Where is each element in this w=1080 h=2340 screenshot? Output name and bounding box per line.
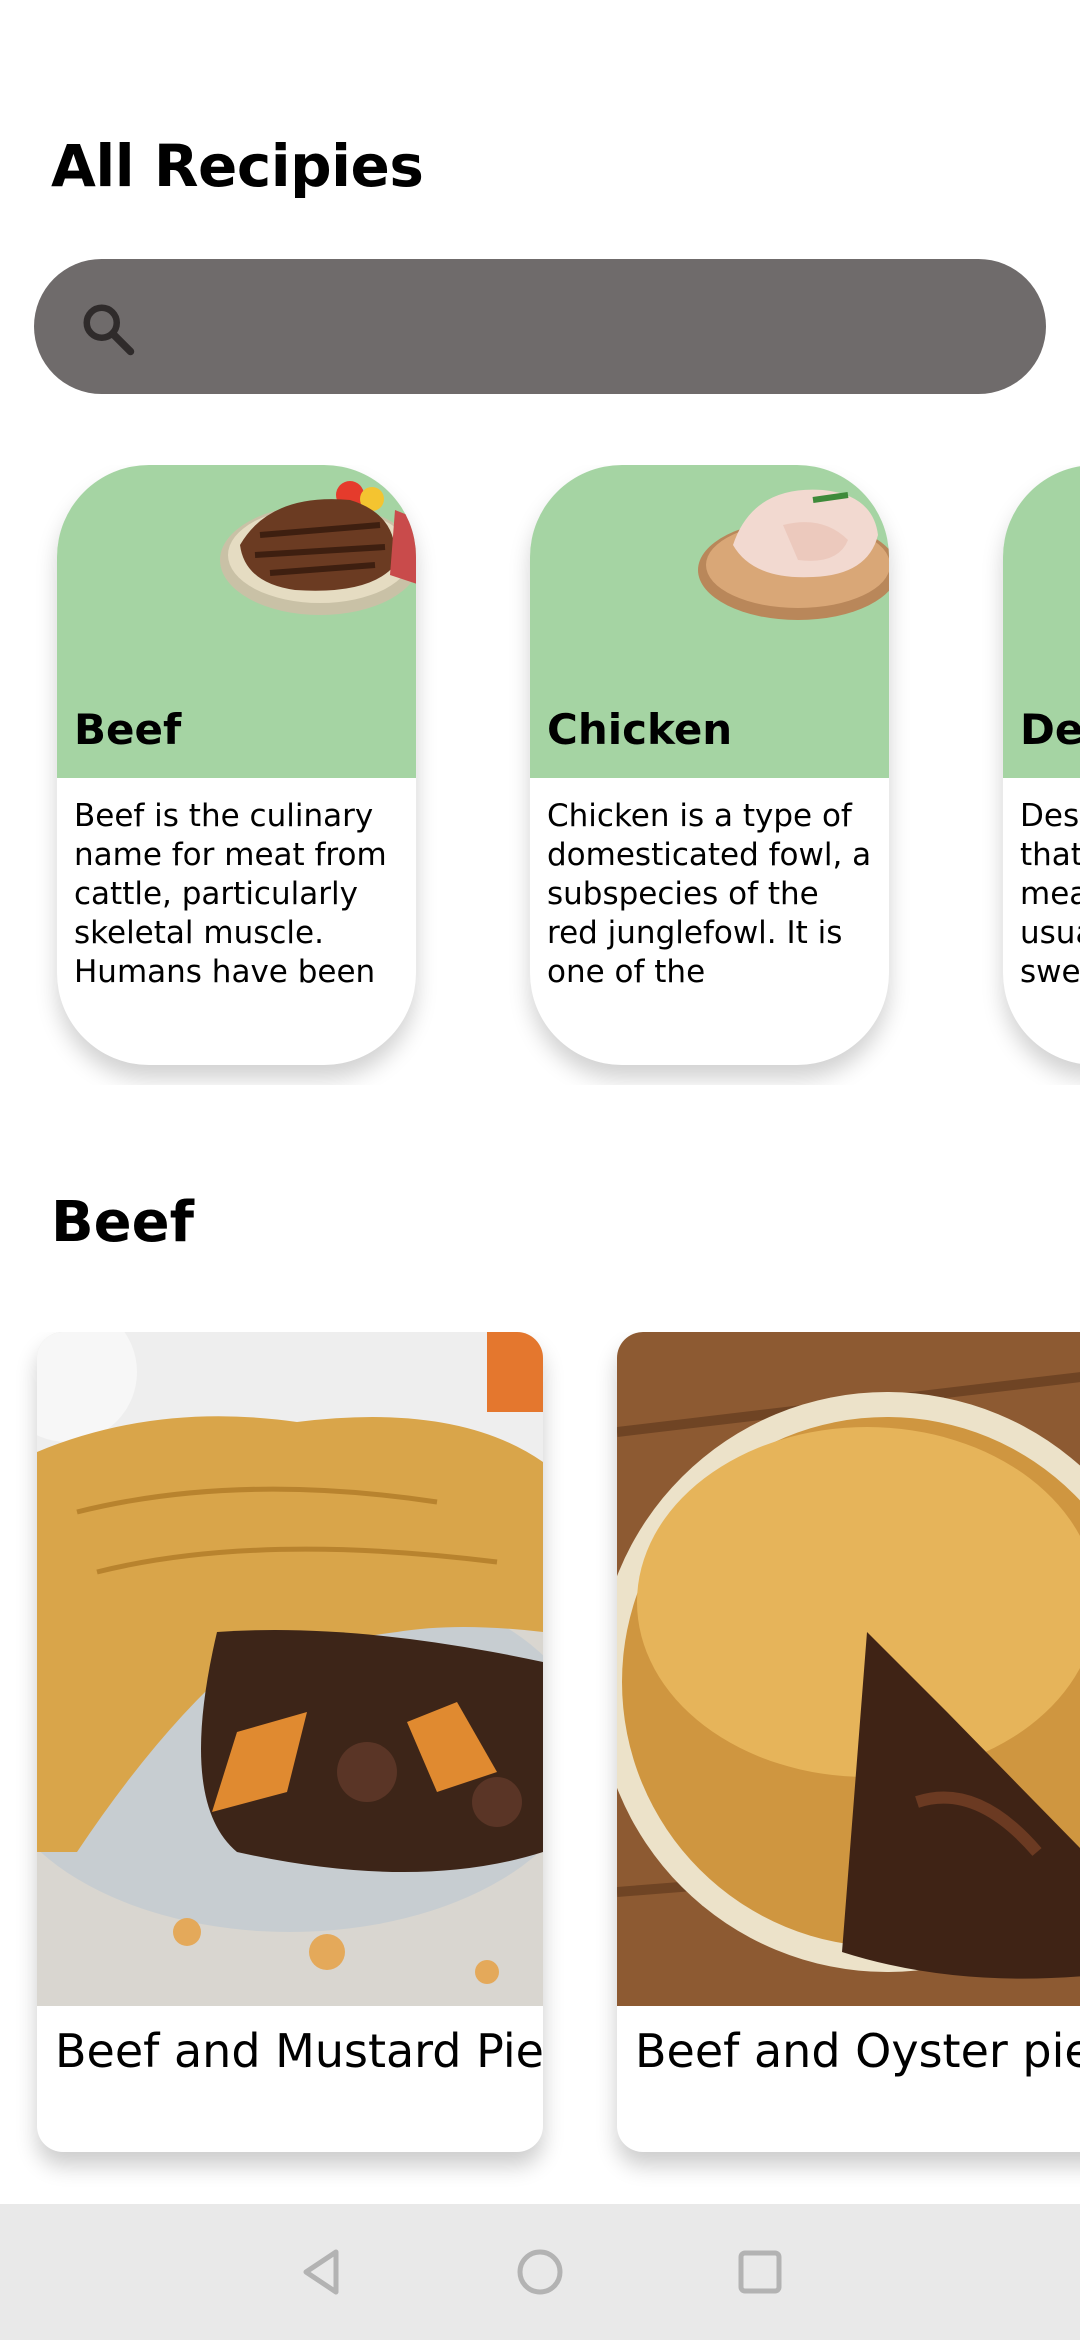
meal-image (617, 1332, 1080, 2006)
category-card-dessert[interactable]: Dessert Dessert is a course that conclud… (1003, 465, 1080, 1065)
search-icon (83, 304, 135, 356)
category-name: Beef (74, 705, 182, 754)
meal-carousel[interactable]: Beef and Mustard Pie Beef and Oyster pie (0, 1332, 1080, 2212)
page-title: All Recipies (51, 132, 424, 200)
back-icon[interactable] (292, 2242, 352, 2302)
meal-image (37, 1332, 543, 2006)
section-title: Beef (51, 1190, 195, 1255)
category-card-beef[interactable]: Beef Beef is the culinary name for meat … (57, 465, 416, 1065)
category-name: Dessert (1020, 705, 1080, 754)
category-carousel[interactable]: Beef Beef is the culinary name for meat … (0, 465, 1080, 1085)
category-name: Chicken (547, 705, 733, 754)
system-nav-bar (0, 2204, 1080, 2340)
recents-icon[interactable] (730, 2242, 790, 2302)
category-card-chicken[interactable]: Chicken Chicken is a type of domesticate… (530, 465, 889, 1065)
search-bar[interactable] (34, 259, 1046, 394)
category-description: Beef is the culinary name for meat from … (74, 798, 387, 990)
category-description: Chicken is a type of domesticated fowl, … (547, 798, 872, 990)
meal-card[interactable]: Beef and Mustard Pie (37, 1332, 543, 2152)
chicken-image (698, 489, 889, 620)
meal-name: Beef and Oyster pie (635, 2024, 1080, 2078)
meal-name: Beef and Mustard Pie (55, 2024, 543, 2078)
beef-image (220, 481, 416, 615)
home-icon[interactable] (510, 2242, 570, 2302)
meal-card[interactable]: Beef and Oyster pie (617, 1332, 1080, 2152)
category-description: Dessert is a course that concludes a mea… (1020, 798, 1080, 990)
